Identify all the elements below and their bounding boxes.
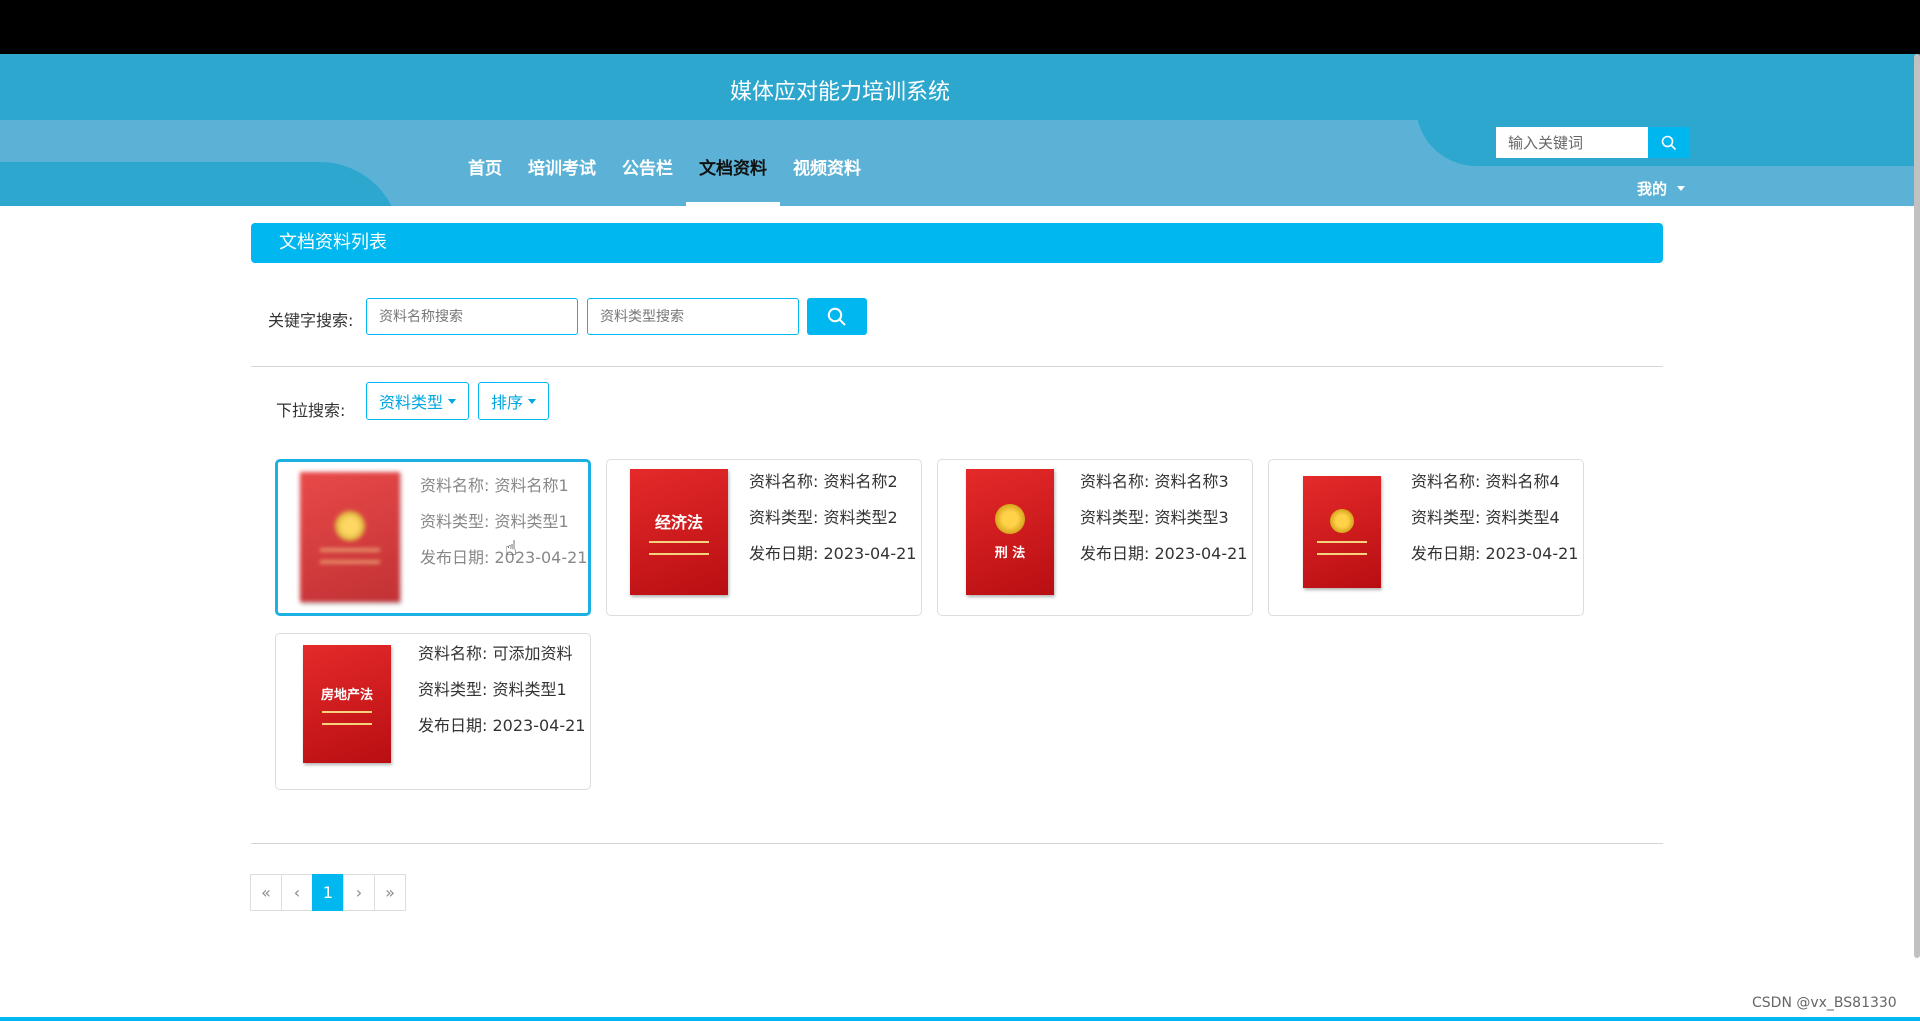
document-name: 资料名称: 资料名称2 (749, 472, 898, 491)
search-icon (827, 307, 846, 326)
keyword-search-label: 关键字搜索: (268, 311, 354, 330)
scrollbar[interactable] (1914, 54, 1920, 958)
keyword-search-button[interactable] (807, 298, 867, 335)
divider (251, 366, 1663, 367)
pagination: « ‹ 1 › » (250, 874, 406, 911)
document-card[interactable]: 经济法 资料名称: 资料名称2 资料类型: 资料类型2 发布日期: 2023-0… (606, 459, 922, 616)
nav-item-documents[interactable]: 文档资料 (686, 144, 780, 206)
sort-dropdown-label: 排序 (491, 393, 524, 412)
cover-decoration (649, 541, 709, 555)
pagination-first[interactable]: « (250, 874, 282, 911)
cover-decoration (320, 549, 380, 563)
chevron-down-icon (1677, 186, 1686, 191)
emblem-icon (995, 503, 1025, 534)
nav-item-videos[interactable]: 视频资料 (780, 144, 874, 206)
document-type: 资料类型: 资料类型3 (1080, 508, 1229, 527)
emblem-icon (335, 511, 365, 541)
document-type: 资料类型: 资料类型1 (420, 512, 569, 531)
cover-title: 刑 法 (994, 545, 1026, 561)
document-card[interactable]: 刑 法 资料名称: 资料名称3 资料类型: 资料类型3 发布日期: 2023-0… (937, 459, 1253, 616)
pagination-next[interactable]: › (343, 874, 375, 911)
cover-decoration (322, 710, 372, 725)
header-search-input[interactable] (1496, 127, 1648, 158)
site-title: 媒体应对能力培训系统 (729, 80, 950, 105)
emblem-icon (1330, 509, 1354, 533)
book-cover-image: 经济法 (630, 469, 728, 595)
document-card[interactable]: 房地产法 资料名称: 可添加资料 资料类型: 资料类型1 发布日期: 2023-… (275, 633, 591, 790)
document-name: 资料名称: 可添加资料 (418, 644, 573, 663)
cover-title: 房地产法 (320, 687, 373, 703)
document-name: 资料名称: 资料名称1 (420, 476, 569, 495)
header-decoration-left (0, 162, 400, 206)
document-date: 发布日期: 2023-04-21 (418, 716, 586, 735)
pagination-page-1[interactable]: 1 (312, 874, 344, 911)
sort-dropdown[interactable]: 排序 (478, 382, 550, 420)
nav-item-home[interactable]: 首页 (455, 144, 515, 206)
chevron-down-icon (528, 398, 537, 404)
document-date: 发布日期: 2023-04-21 (1080, 544, 1248, 563)
book-cover-image (300, 472, 400, 602)
doc-type-dropdown[interactable]: 资料类型 (366, 382, 470, 420)
book-cover-image: 刑 法 (966, 469, 1054, 595)
chevron-down-icon (448, 398, 457, 404)
nav-item-training-exam[interactable]: 培训考试 (515, 144, 609, 206)
user-menu-label: 我的 (1637, 180, 1668, 198)
main-nav: 首页 培训考试 公告栏 文档资料 视频资料 (455, 144, 874, 206)
pagination-prev[interactable]: ‹ (281, 874, 313, 911)
nav-item-bulletin[interactable]: 公告栏 (609, 144, 686, 206)
browser-top-bar (0, 0, 1920, 54)
pagination-last[interactable]: » (374, 874, 406, 911)
document-card[interactable]: 资料名称: 资料名称4 资料类型: 资料类型4 发布日期: 2023-04-21 (1268, 459, 1584, 616)
document-name: 资料名称: 资料名称3 (1080, 472, 1229, 491)
search-icon (1661, 135, 1677, 150)
cover-title: 经济法 (654, 513, 703, 532)
hand-cursor-icon: ☝ (505, 536, 518, 560)
book-cover-image: 房地产法 (303, 645, 391, 763)
divider (251, 843, 1663, 844)
book-cover-image (1303, 476, 1381, 588)
document-date: 发布日期: 2023-04-21 (749, 544, 917, 563)
footer-line (0, 1017, 1920, 1021)
cover-decoration (1317, 541, 1367, 555)
doc-name-search-input[interactable] (366, 298, 578, 335)
document-type: 资料类型: 资料类型2 (749, 508, 898, 527)
header-search-button[interactable] (1648, 127, 1690, 158)
dropdown-search-label: 下拉搜索: (276, 401, 346, 420)
document-card[interactable]: 资料名称: 资料名称1 资料类型: 资料类型1 发布日期: 2023-04-21 (275, 459, 591, 616)
document-date: 发布日期: 2023-04-21 (1411, 544, 1579, 563)
doc-type-dropdown-label: 资料类型 (379, 393, 444, 412)
document-name: 资料名称: 资料名称4 (1411, 472, 1560, 491)
document-date: 发布日期: 2023-04-21 (420, 548, 588, 567)
header-search (1496, 127, 1690, 158)
document-type: 资料类型: 资料类型1 (418, 680, 567, 699)
document-type: 资料类型: 资料类型4 (1411, 508, 1560, 527)
user-menu[interactable]: 我的 (1637, 178, 1686, 199)
watermark: CSDN @vx_BS81330 (1752, 995, 1897, 1011)
doc-type-search-input[interactable] (587, 298, 799, 335)
section-title: 文档资料列表 (251, 223, 1663, 263)
